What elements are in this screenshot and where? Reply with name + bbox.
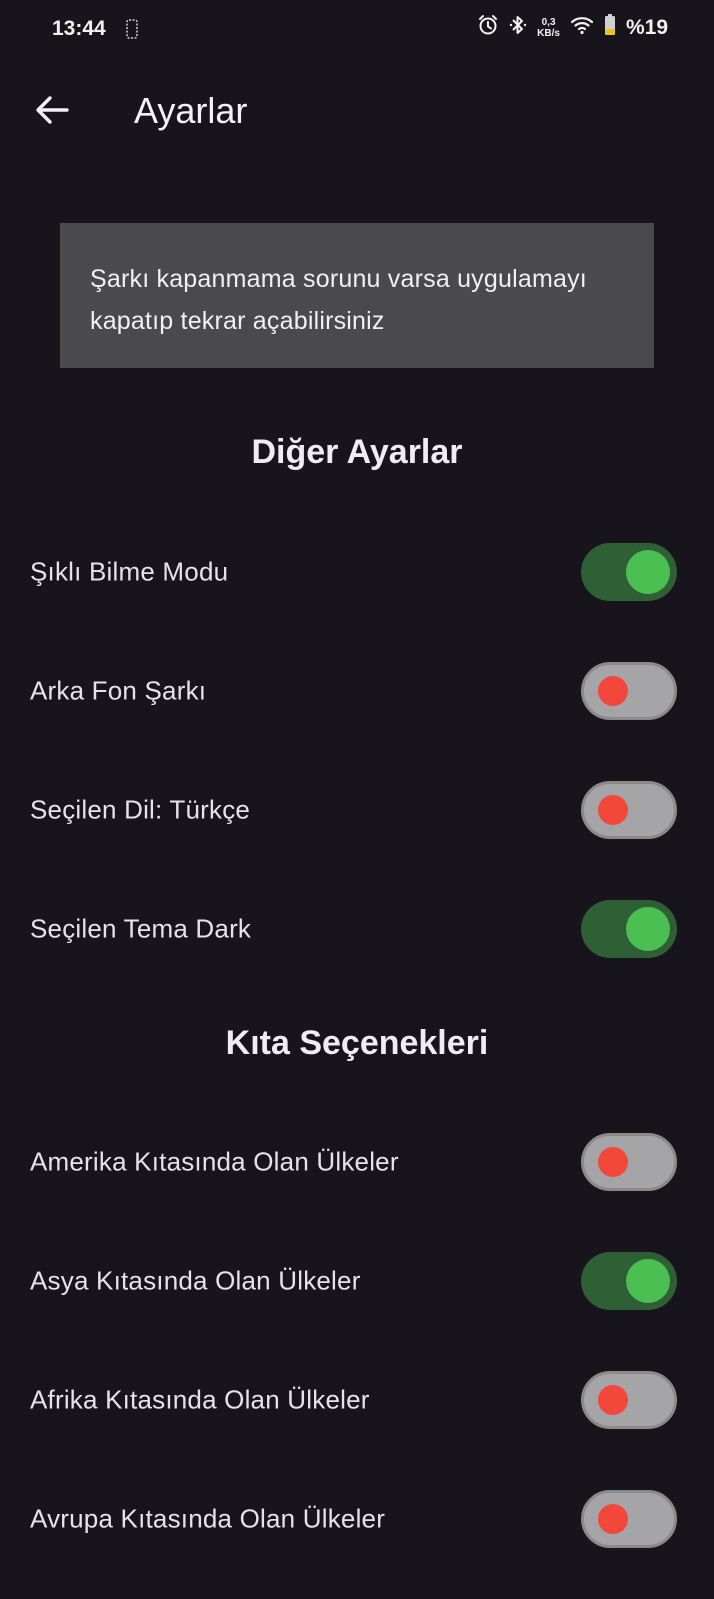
toggle-knob [598, 1385, 628, 1415]
background-song-toggle[interactable] [581, 662, 677, 720]
network-speed-value: 0,3 [541, 16, 556, 28]
arrow-left-icon [35, 95, 69, 130]
setting-label: Arka Fon Şarkı [30, 675, 207, 706]
setting-label: Amerika Kıtasında Olan Ülkeler [30, 1146, 399, 1177]
theme-toggle[interactable] [581, 900, 677, 958]
back-button[interactable] [30, 90, 74, 134]
setting-row-theme: Seçilen Tema Dark [0, 889, 714, 969]
africa-toggle[interactable] [581, 1371, 677, 1429]
info-notice: Şarkı kapanmama sorunu varsa uygulamayı … [60, 223, 654, 368]
setting-row-africa: Afrika Kıtasında Olan Ülkeler [0, 1360, 714, 1440]
battery-icon [604, 14, 616, 41]
setting-row-europe: Avrupa Kıtasında Olan Ülkeler [0, 1479, 714, 1559]
toggle-knob [626, 550, 670, 594]
setting-row-asia: Asya Kıtasında Olan Ülkeler [0, 1241, 714, 1321]
alarm-icon [477, 14, 499, 41]
status-time: 13:44 [52, 17, 106, 40]
status-bar: 13:44 0,3 KB/s %19 [0, 0, 714, 62]
phone-outline-icon [126, 19, 138, 44]
europe-toggle[interactable] [581, 1490, 677, 1548]
multiple-choice-mode-toggle[interactable] [581, 543, 677, 601]
setting-label: Şıklı Bilme Modu [30, 556, 229, 587]
page-title: Ayarlar [134, 90, 248, 131]
language-toggle[interactable] [581, 781, 677, 839]
setting-label: Avrupa Kıtasında Olan Ülkeler [30, 1503, 386, 1534]
toggle-knob [598, 1147, 628, 1177]
asia-toggle[interactable] [581, 1252, 677, 1310]
bluetooth-icon [509, 14, 527, 41]
toggle-knob [598, 1504, 628, 1534]
toggle-knob [598, 795, 628, 825]
info-notice-text: Şarkı kapanmama sorunu varsa uygulamayı … [90, 265, 587, 335]
setting-label: Seçilen Dil: Türkçe [30, 794, 251, 825]
network-speed: 0,3 KB/s [537, 17, 560, 39]
wifi-icon [570, 15, 594, 40]
setting-row-language: Seçilen Dil: Türkçe [0, 770, 714, 850]
america-toggle[interactable] [581, 1133, 677, 1191]
toggle-knob [626, 1259, 670, 1303]
network-speed-unit: KB/s [537, 27, 560, 39]
battery-percent: %19 [625, 15, 668, 39]
setting-row-multiple-choice-mode: Şıklı Bilme Modu [0, 532, 714, 612]
section-title-continent-options: Kıta Seçenekleri [225, 1024, 489, 1062]
toggle-knob [598, 676, 628, 706]
section-title-other-settings: Diğer Ayarlar [251, 433, 463, 471]
setting-row-america: Amerika Kıtasında Olan Ülkeler [0, 1122, 714, 1202]
setting-label: Afrika Kıtasında Olan Ülkeler [30, 1384, 370, 1415]
setting-row-background-song: Arka Fon Şarkı [0, 651, 714, 731]
app-bar: Ayarlar [0, 70, 714, 154]
setting-label: Seçilen Tema Dark [30, 913, 252, 944]
toggle-knob [626, 907, 670, 951]
setting-label: Asya Kıtasında Olan Ülkeler [30, 1265, 361, 1296]
